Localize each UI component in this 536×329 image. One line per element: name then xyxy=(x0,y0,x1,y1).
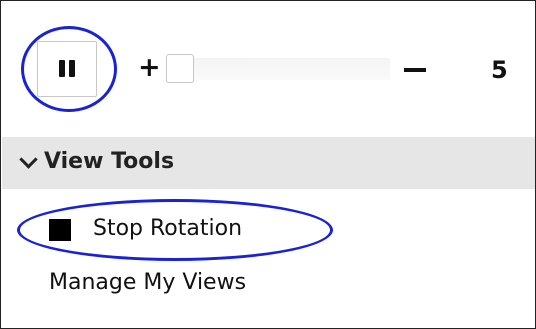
pause-icon xyxy=(59,60,65,77)
chevron-down-icon xyxy=(19,150,38,169)
rotation-speed-slider-handle[interactable] xyxy=(166,54,194,83)
view-tools-header[interactable]: View Tools xyxy=(2,137,535,189)
rotation-count: 5 xyxy=(491,56,508,84)
rotation-speed-slider-track[interactable] xyxy=(166,58,390,80)
stop-icon xyxy=(49,219,71,241)
increase-button[interactable]: + xyxy=(138,53,161,83)
panel-frame: + 5 View Tools Stop Rotation Manage My V… xyxy=(0,0,536,329)
stop-rotation-label: Stop Rotation xyxy=(93,216,243,241)
view-tools-title: View Tools xyxy=(44,149,175,174)
pause-button[interactable] xyxy=(37,41,97,97)
pause-icon-bar xyxy=(69,60,75,77)
manage-my-views-link[interactable]: Manage My Views xyxy=(49,267,246,299)
decrease-button[interactable] xyxy=(404,68,426,72)
